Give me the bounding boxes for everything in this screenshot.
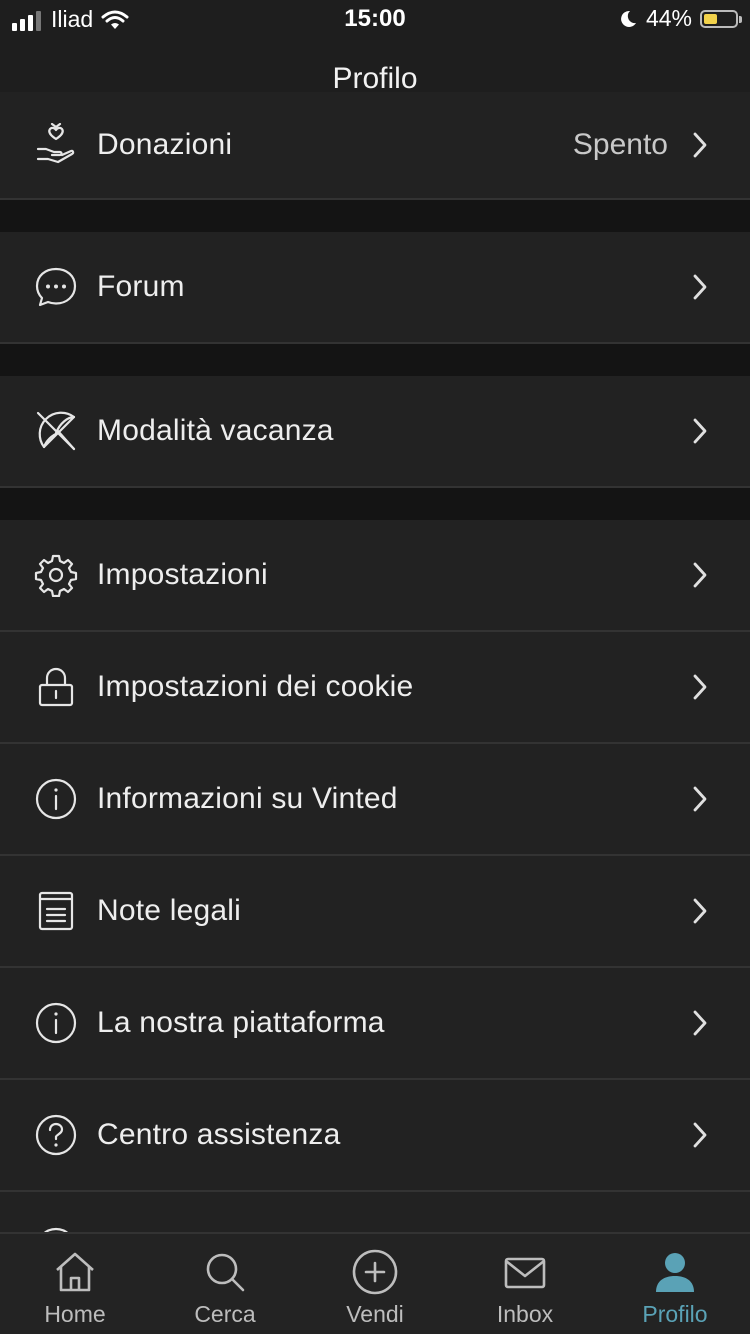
section-divider	[0, 344, 750, 376]
menu-item-label: Impostazioni	[97, 558, 268, 591]
tab-label: Home	[44, 1301, 106, 1327]
home-icon	[51, 1248, 99, 1296]
menu-item-label: La nostra piattaforma	[97, 1006, 385, 1039]
menu-item-value: Spento	[572, 128, 668, 161]
search-icon	[201, 1248, 249, 1296]
menu-item-label: Donazioni	[97, 128, 233, 161]
menu-item-donazioni[interactable]: Donazioni Spento	[0, 92, 750, 200]
battery-icon	[700, 9, 742, 28]
menu-item-piattaforma[interactable]: La nostra piattaforma	[0, 968, 750, 1080]
lock-icon	[34, 665, 78, 709]
chat-bubble-icon	[34, 265, 78, 309]
tab-home[interactable]: Home	[0, 1234, 150, 1334]
moon-icon	[621, 10, 636, 27]
menu-item-informazioni[interactable]: Informazioni su Vinted	[0, 744, 750, 856]
chevron-right-icon	[690, 784, 710, 814]
menu-item-label: Modalità vacanza	[97, 414, 334, 447]
menu-item-label: Centro assistenza	[97, 1118, 341, 1151]
hand-heart-icon	[34, 123, 78, 167]
section-divider	[0, 200, 750, 232]
tab-bar: Home Cerca Vendi Inbox Profilo	[0, 1232, 750, 1334]
chevron-right-icon	[690, 1008, 710, 1038]
battery-level	[704, 13, 718, 24]
info-icon	[34, 777, 78, 821]
tab-profilo[interactable]: Profilo	[600, 1234, 750, 1334]
section-divider	[0, 488, 750, 520]
menu-item-cookie[interactable]: Impostazioni dei cookie	[0, 632, 750, 744]
mail-icon	[501, 1248, 549, 1296]
gear-icon	[34, 553, 78, 597]
chevron-right-icon	[690, 416, 710, 446]
chevron-right-icon	[690, 272, 710, 302]
document-icon	[34, 889, 78, 933]
umbrella-off-icon	[34, 409, 78, 453]
tab-label: Inbox	[496, 1301, 554, 1327]
menu-item-label: Note legali	[97, 894, 241, 927]
menu-item-assistenza[interactable]: Centro assistenza	[0, 1080, 750, 1192]
chevron-right-icon	[690, 130, 710, 160]
tab-inbox[interactable]: Inbox	[450, 1234, 600, 1334]
menu-item-label: Informazioni su Vinted	[97, 782, 398, 815]
tab-label: Profilo	[642, 1301, 708, 1327]
tab-cerca[interactable]: Cerca	[150, 1234, 300, 1334]
menu-item-vacanza[interactable]: Modalità vacanza	[0, 376, 750, 488]
menu-item-label: Forum	[97, 270, 185, 303]
tab-label: Vendi	[346, 1301, 404, 1327]
chevron-right-icon	[690, 896, 710, 926]
chevron-right-icon	[690, 560, 710, 590]
status-right: 44%	[618, 5, 742, 32]
tab-label: Cerca	[194, 1301, 256, 1327]
question-icon	[34, 1113, 78, 1157]
plus-circle-icon	[351, 1248, 399, 1296]
person-icon	[651, 1248, 699, 1296]
chevron-right-icon	[690, 1120, 710, 1150]
chevron-right-icon	[690, 672, 710, 702]
menu-item-impostazioni[interactable]: Impostazioni	[0, 520, 750, 632]
page-title: Profilo	[332, 62, 418, 95]
menu-item-label: Impostazioni dei cookie	[97, 670, 414, 703]
menu-item-note-legali[interactable]: Note legali	[0, 856, 750, 968]
tab-vendi[interactable]: Vendi	[300, 1234, 450, 1334]
menu-item-forum[interactable]: Forum	[0, 232, 750, 344]
status-bar: Iliad 15:00 44%	[0, 0, 750, 40]
info-icon	[34, 1001, 78, 1045]
battery-percent: 44%	[645, 5, 692, 31]
